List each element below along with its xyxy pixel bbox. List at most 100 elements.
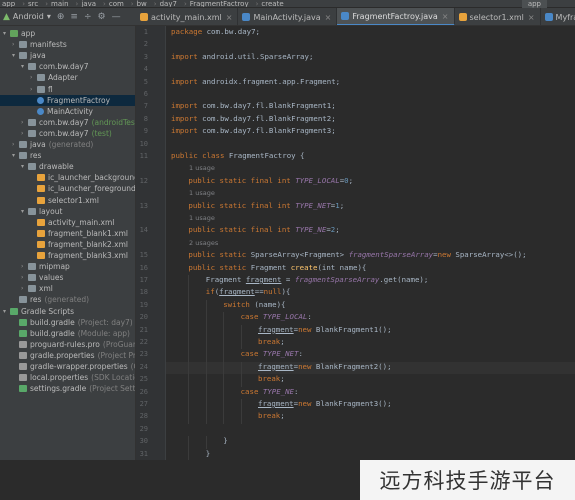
tree-item[interactable]: fragment_blank1.xml: [30, 228, 128, 239]
gear-icon[interactable]: ⚙: [98, 12, 106, 22]
close-icon[interactable]: ×: [325, 13, 332, 22]
breadcrumb-separator-icon: ›: [45, 0, 49, 8]
run-configuration-selector[interactable]: app: [521, 0, 547, 8]
code-line: case TYPE_LOCAL:: [240, 312, 312, 322]
tree-item[interactable]: MainActivity: [30, 106, 93, 117]
close-icon[interactable]: ×: [226, 13, 233, 22]
indent-guide: [223, 324, 225, 337]
tree-item[interactable]: › com.bw.day7 (androidTest): [21, 117, 135, 128]
xml-file-icon: [458, 13, 467, 21]
collapse-all-icon[interactable]: ≡: [70, 12, 78, 22]
project-tree[interactable]: ▾ app › manifests ▾ java ▾ com.bw.day7 › Adapter ›…: [0, 26, 136, 460]
tree-item[interactable]: build.gradle (Module: app): [12, 328, 130, 339]
tree-item-suffix: (test): [91, 128, 112, 138]
breadcrumb-item[interactable]: FragmentFactroy: [190, 0, 249, 7]
tree-item[interactable]: › values: [21, 272, 63, 283]
chevron-down-icon[interactable]: ▾: [3, 28, 10, 39]
tree-item[interactable]: ic_launcher_foreground.xml: [30, 183, 136, 194]
breadcrumb-item[interactable]: com: [109, 0, 124, 7]
chevron-right-icon[interactable]: ›: [21, 128, 28, 139]
add-icon[interactable]: ⊕: [57, 12, 65, 22]
usage-hint[interactable]: 1 usage: [189, 189, 215, 197]
editor-tab[interactable]: activity_main.xml ×: [136, 8, 239, 25]
indent-guide: [188, 399, 190, 412]
usage-hint[interactable]: 1 usage: [189, 214, 215, 222]
close-icon[interactable]: ×: [528, 13, 535, 22]
tree-item[interactable]: ▾ com.bw.day7: [21, 61, 89, 72]
breadcrumb-item[interactable]: java: [81, 0, 96, 7]
tree-item[interactable]: ▾ drawable: [21, 161, 74, 172]
indent-guide: [240, 411, 242, 424]
usage-hint[interactable]: 1 usage: [189, 164, 215, 172]
tree-item[interactable]: fragment_blank3.xml: [30, 250, 128, 261]
chevron-down-icon[interactable]: ▾: [12, 50, 19, 61]
chevron-right-icon[interactable]: ›: [21, 283, 28, 294]
java-class-icon: [544, 13, 553, 21]
tree-item[interactable]: ▾ Gradle Scripts: [3, 306, 74, 317]
tree-item[interactable]: res (generated): [12, 294, 89, 305]
tree-item[interactable]: selector1.xml: [30, 195, 99, 206]
tree-item-label: ic_launcher_foreground.xml: [48, 184, 136, 194]
breadcrumb-item[interactable]: app: [2, 0, 15, 7]
code-line: package com.bw.day7;: [171, 27, 261, 36]
tree-item-label: com.bw.day7: [39, 62, 89, 72]
breadcrumb-item[interactable]: src: [28, 0, 38, 7]
chevron-right-icon[interactable]: ›: [21, 272, 28, 283]
tree-item[interactable]: local.properties(SDK Location): [12, 372, 135, 383]
chevron-right-icon[interactable]: ›: [30, 84, 37, 95]
project-view-mode-dropdown[interactable]: Android: [13, 12, 44, 21]
expand-all-icon[interactable]: ÷: [84, 12, 92, 22]
tree-item[interactable]: fragment_blank2.xml: [30, 239, 128, 250]
tree-item[interactable]: ▾ app: [3, 28, 35, 39]
editor-tab[interactable]: selector1.xml ×: [455, 8, 541, 25]
editor-tab[interactable]: MyfragmentAdapter.java×: [541, 8, 575, 25]
breadcrumb-item[interactable]: day7: [160, 0, 177, 7]
code-editor[interactable]: package com.bw.day7; import android.util.…: [166, 26, 575, 460]
chevron-down-icon[interactable]: ▾: [47, 12, 51, 21]
tree-item[interactable]: FragmentFactroy: [0, 94, 135, 106]
chevron-right-icon[interactable]: ›: [21, 261, 28, 272]
chevron-right-icon[interactable]: ›: [21, 117, 28, 128]
tree-item[interactable]: › mipmap: [21, 261, 70, 272]
breadcrumb-item[interactable]: main: [51, 0, 69, 7]
tree-item[interactable]: gradle-wrapper.properties(Gradle Ve: [12, 361, 135, 372]
chevron-right-icon[interactable]: ›: [30, 72, 37, 83]
close-icon[interactable]: ×: [442, 12, 449, 21]
editor-tab[interactable]: MainActivity.java ×: [238, 8, 338, 25]
tree-item-label: com.bw.day7: [39, 117, 89, 127]
tree-item[interactable]: ▾ res: [12, 150, 41, 161]
tree-item[interactable]: › manifests: [12, 39, 67, 50]
chevron-down-icon[interactable]: ▾: [3, 306, 10, 317]
tree-item-label: Gradle Scripts: [21, 306, 74, 316]
tree-item[interactable]: ic_launcher_background.xm: [30, 172, 135, 183]
chevron-down-icon[interactable]: ▾: [21, 61, 28, 72]
folder-icon: [37, 85, 45, 93]
chevron-down-icon[interactable]: ▾: [21, 161, 28, 172]
chevron-right-icon[interactable]: ›: [12, 39, 19, 50]
indent-guide: [240, 374, 242, 387]
usage-hint[interactable]: 2 usages: [189, 239, 218, 247]
tree-item[interactable]: › com.bw.day7 (test): [21, 128, 112, 139]
tree-item[interactable]: › java (generated): [12, 139, 93, 150]
tree-item[interactable]: › Adapter: [30, 72, 78, 83]
editor-tab[interactable]: FragmentFactroy.java ×: [337, 8, 455, 25]
chevron-down-icon[interactable]: ▾: [12, 150, 19, 161]
line-number: 21: [139, 325, 148, 334]
line-number: 11: [139, 152, 148, 160]
breadcrumb-item[interactable]: create: [261, 0, 283, 7]
tree-item[interactable]: activity_main.xml: [30, 217, 114, 228]
tree-item[interactable]: proguard-rules.pro(ProGuard Rule: [12, 339, 135, 350]
tree-item[interactable]: › xml: [21, 283, 53, 294]
tree-item[interactable]: › fl: [30, 84, 53, 95]
tree-item[interactable]: ▾ java: [12, 50, 46, 61]
tree-item[interactable]: build.gradle (Project: day7): [12, 317, 133, 328]
tree-item[interactable]: settings.gradle(Project Settings): [12, 383, 135, 394]
tree-item[interactable]: gradle.properties(Project Propert: [12, 350, 135, 361]
chevron-down-icon[interactable]: ▾: [21, 206, 28, 217]
breadcrumb-item[interactable]: bw: [137, 0, 147, 7]
tree-item[interactable]: ▾ layout: [21, 206, 62, 217]
line-number: 15: [139, 251, 148, 260]
chevron-right-icon[interactable]: ›: [12, 139, 19, 150]
minimize-icon[interactable]: —: [112, 12, 121, 22]
tab-label: MainActivity.java: [253, 12, 321, 22]
